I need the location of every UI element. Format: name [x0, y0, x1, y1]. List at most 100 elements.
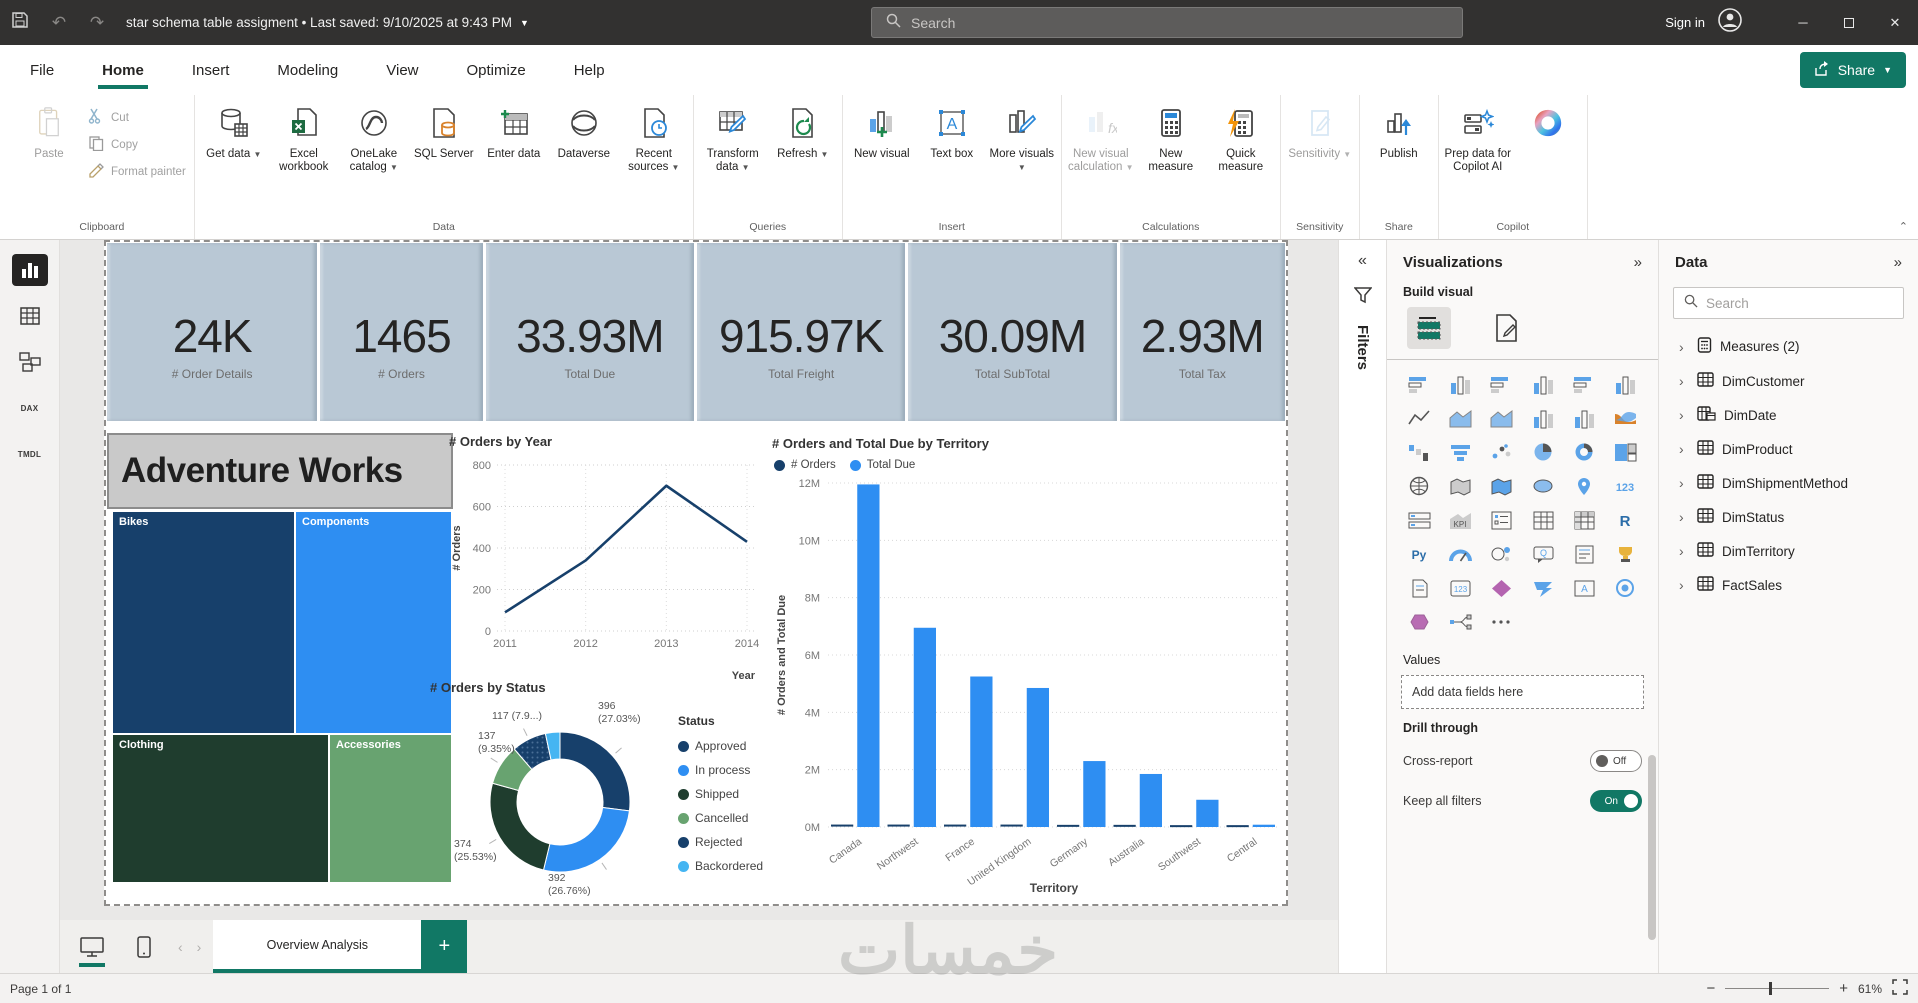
menu-modeling[interactable]: Modeling: [275, 54, 340, 87]
add-data-fields-well[interactable]: Add data fields here: [1401, 675, 1644, 709]
legend-item-shipped[interactable]: Shipped: [678, 782, 763, 806]
undo-icon[interactable]: ↶: [40, 13, 78, 33]
menu-insert[interactable]: Insert: [190, 54, 232, 87]
power-automate-icon[interactable]: [1525, 576, 1562, 601]
search-input[interactable]: [911, 14, 1391, 31]
table-view-icon[interactable]: [12, 300, 48, 332]
legend-item-orders[interactable]: # Orders: [774, 457, 836, 473]
data-search-input[interactable]: [1706, 295, 1876, 311]
waterfall-chart-icon[interactable]: [1401, 440, 1438, 465]
kpi-icon[interactable]: KPI: [1442, 508, 1479, 533]
button-slicer-icon[interactable]: [1401, 610, 1438, 635]
text-box-button[interactable]: A Text box: [917, 103, 987, 165]
bar-chart-visual[interactable]: # Orders and Total Due by Territory # Or…: [772, 436, 1294, 906]
maximize-button[interactable]: [1826, 0, 1872, 45]
refresh-button[interactable]: Refresh ▼: [768, 103, 838, 165]
r-script-visual-icon[interactable]: R: [1607, 508, 1644, 533]
data-field-dimcustomer[interactable]: › DimCustomer: [1659, 364, 1918, 398]
visualizations-scrollbar[interactable]: [1648, 755, 1656, 940]
gauge-icon[interactable]: [1442, 542, 1479, 567]
matrix-icon[interactable]: [1566, 508, 1603, 533]
collapse-visualizations-icon[interactable]: »: [1634, 254, 1642, 271]
excel-workbook-button[interactable]: Excel workbook: [269, 103, 339, 178]
decomposition-tree-icon[interactable]: [1442, 610, 1479, 635]
funnel-chart-icon[interactable]: [1442, 440, 1479, 465]
clustered-column-chart-icon[interactable]: [1525, 372, 1562, 397]
menu-file[interactable]: File: [28, 54, 56, 87]
data-field-measures-2-[interactable]: › Measures (2): [1659, 329, 1918, 364]
data-field-dimstatus[interactable]: › DimStatus: [1659, 500, 1918, 534]
format-visual-tab[interactable]: [1485, 307, 1529, 349]
legend-item-total-due[interactable]: Total Due: [849, 457, 915, 473]
expand-chevron-icon[interactable]: ›: [1679, 475, 1689, 491]
share-button[interactable]: Share ▼: [1799, 52, 1906, 88]
text-slicer-icon[interactable]: A: [1566, 576, 1603, 601]
tmdl-view-icon[interactable]: TMDL: [12, 438, 48, 470]
filled-map-icon[interactable]: [1442, 474, 1479, 499]
sign-in-link[interactable]: Sign in: [1665, 15, 1705, 30]
more-visuals-button[interactable]: More visuals ▼: [987, 103, 1057, 178]
menu-optimize[interactable]: Optimize: [465, 54, 528, 87]
donut-chart-icon[interactable]: [1566, 440, 1603, 465]
page-tab-overview-analysis[interactable]: Overview Analysis: [213, 920, 422, 973]
zoom-slider[interactable]: [1725, 982, 1830, 995]
get-data-button[interactable]: Get data ▼: [199, 103, 269, 165]
close-button[interactable]: ✕: [1872, 0, 1918, 45]
kpi-card-total-tax[interactable]: 2.93M Total Tax: [1119, 243, 1285, 421]
account-avatar[interactable]: [1717, 7, 1743, 38]
line-chart-visual[interactable]: # Orders by Year 0 200 400 600 800 2011 2012 20…: [449, 434, 783, 686]
kpi-card-orders[interactable]: 1465 # Orders: [320, 243, 483, 421]
new-measure-button[interactable]: New measure: [1136, 103, 1206, 178]
menu-home[interactable]: Home: [98, 54, 148, 89]
copilot-logo-button[interactable]: [1513, 103, 1583, 152]
expand-chevron-icon[interactable]: ›: [1679, 373, 1689, 389]
zoom-in-icon[interactable]: +: [1839, 980, 1848, 997]
clustered-bar-chart-icon[interactable]: [1483, 372, 1520, 397]
new-visual-button[interactable]: New visual: [847, 103, 917, 165]
treemap-tile-bikes[interactable]: Bikes: [113, 512, 294, 733]
multi-row-card-icon[interactable]: [1401, 508, 1438, 533]
smart-narrative-icon[interactable]: [1566, 542, 1603, 567]
legend-item-approved[interactable]: Approved: [678, 734, 763, 758]
paginated-report-icon[interactable]: [1401, 576, 1438, 601]
quick-measure-button[interactable]: Quick measure: [1206, 103, 1276, 178]
next-page-icon[interactable]: ›: [197, 939, 202, 955]
global-search[interactable]: [871, 7, 1463, 38]
menu-view[interactable]: View: [384, 54, 420, 87]
expand-chevron-icon[interactable]: ›: [1679, 509, 1689, 525]
goals-icon[interactable]: [1607, 576, 1644, 601]
mobile-layout-icon[interactable]: [124, 920, 164, 973]
desktop-layout-icon[interactable]: [72, 920, 112, 973]
donut-chart-visual[interactable]: # Orders by Status 396 (27.03%) 392 (26.7…: [430, 680, 786, 908]
recent-sources-button[interactable]: Recent sources ▼: [619, 103, 689, 178]
expand-filters-icon[interactable]: «: [1358, 252, 1367, 270]
add-page-button[interactable]: +: [421, 920, 468, 973]
data-search[interactable]: [1673, 287, 1904, 319]
build-visual-tab[interactable]: [1407, 307, 1451, 349]
report-title-visual[interactable]: Adventure Works: [107, 433, 453, 509]
line-and-clustered-column-chart-icon[interactable]: [1566, 406, 1603, 431]
line-chart-icon[interactable]: [1401, 406, 1438, 431]
copy-button[interactable]: Copy: [84, 132, 190, 157]
filters-pane-label[interactable]: Filters: [1354, 325, 1371, 370]
paste-button[interactable]: Paste: [14, 103, 84, 165]
100-stacked-bar-chart-icon[interactable]: [1566, 372, 1603, 397]
data-field-dimshipmentmethod[interactable]: › DimShipmentMethod: [1659, 466, 1918, 500]
expand-chevron-icon[interactable]: ›: [1679, 577, 1689, 593]
prep-data-for-copilot-ai-button[interactable]: Prep data for Copilot AI: [1443, 103, 1513, 178]
expand-chevron-icon[interactable]: ›: [1679, 339, 1689, 355]
expand-chevron-icon[interactable]: ›: [1679, 441, 1689, 457]
kpi-card-total-freight[interactable]: 915.97K Total Freight: [697, 243, 906, 421]
enter-data-button[interactable]: Enter data: [479, 103, 549, 165]
key-influencers-icon[interactable]: [1483, 542, 1520, 567]
format-painter-button[interactable]: Format painter: [84, 159, 190, 184]
prev-page-icon[interactable]: ‹: [178, 939, 183, 955]
scatter-chart-icon[interactable]: [1483, 440, 1520, 465]
dax-query-view-icon[interactable]: DAX: [12, 392, 48, 424]
python-visual-icon[interactable]: Py: [1401, 542, 1438, 567]
card-icon[interactable]: 123: [1607, 474, 1644, 499]
pie-chart-icon[interactable]: [1525, 440, 1562, 465]
keep-all-filters-toggle[interactable]: On: [1590, 790, 1642, 812]
publish-button[interactable]: Publish: [1364, 103, 1434, 165]
treemap-visual-icon[interactable]: [1607, 440, 1644, 465]
